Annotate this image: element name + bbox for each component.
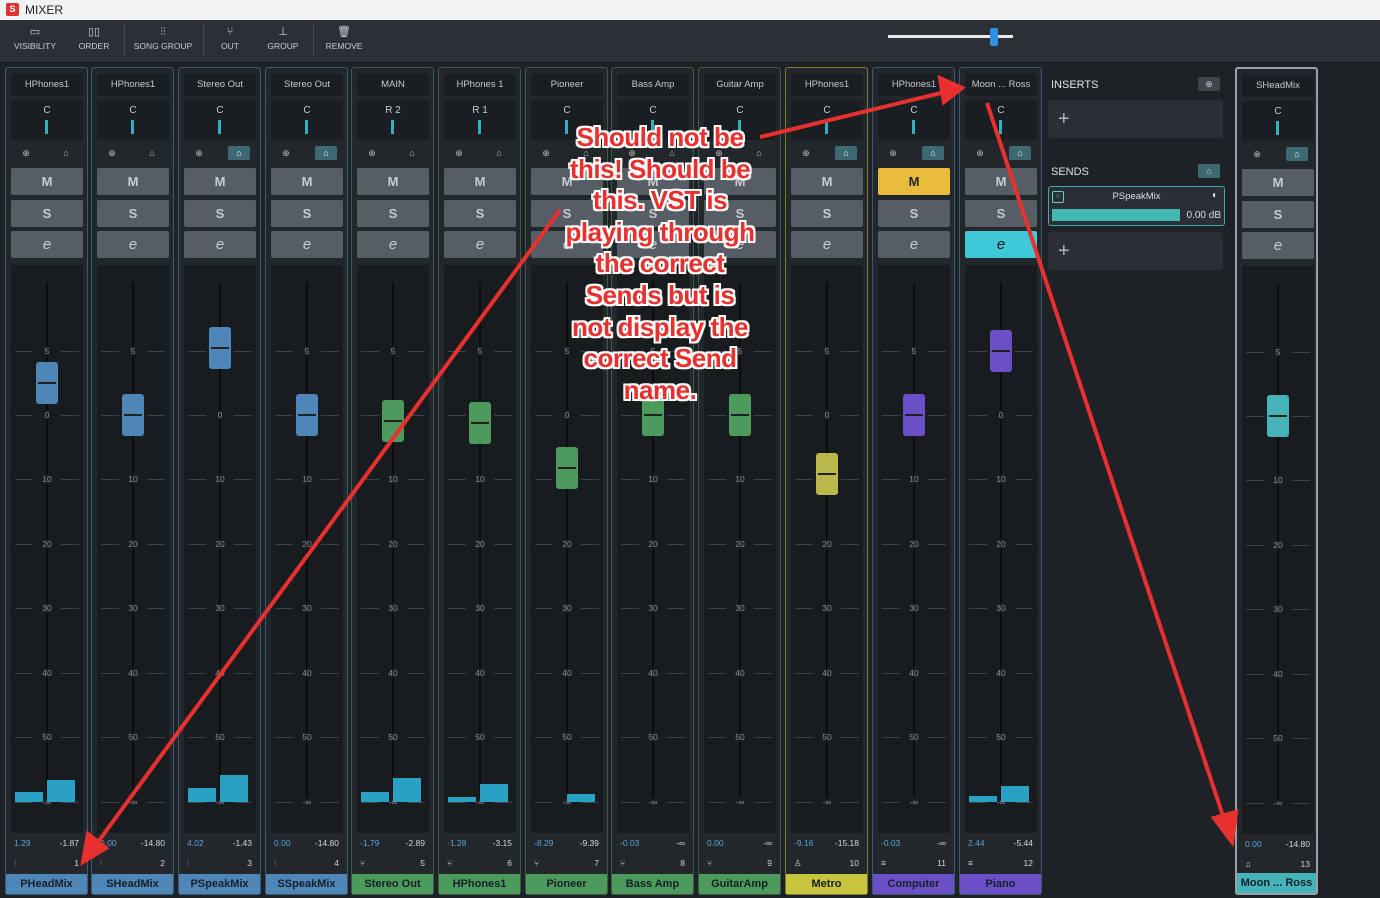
annotation-line: the correct <box>595 248 725 279</box>
annotation-text: Should not be this! Should be this. VST is… <box>560 122 760 406</box>
annotation-line: correct Send <box>583 343 737 374</box>
arrowhead-output <box>937 74 966 106</box>
annotation-line: Sends but is <box>585 279 735 310</box>
arrow-to-pheadmix <box>93 208 562 848</box>
annotation-line: this. VST is <box>592 185 728 216</box>
annotation-line: this! Should be <box>569 153 751 184</box>
arrowhead-last-strip <box>1210 809 1239 848</box>
annotation-line: playing through <box>565 216 755 247</box>
annotation-line: Should not be <box>576 122 744 152</box>
annotation-line: name. <box>623 374 697 405</box>
annotation-line: not display the <box>572 311 748 342</box>
arrow-to-output <box>759 90 946 139</box>
arrow-to-last-strip <box>985 102 1227 823</box>
